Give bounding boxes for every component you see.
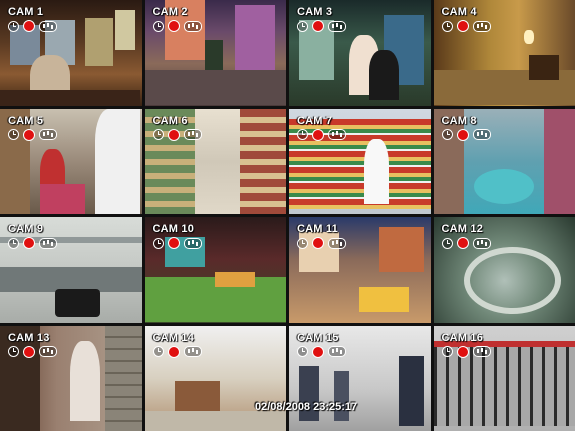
audio-icon <box>472 20 491 32</box>
clock-icon <box>8 20 19 32</box>
camera-label: CAM 10 <box>152 223 195 235</box>
camera-status-icons <box>152 345 202 358</box>
audio-icon <box>39 20 57 32</box>
camera-label: CAM 12 <box>441 223 484 235</box>
clock-icon <box>441 129 453 140</box>
audio-icon <box>328 20 346 32</box>
camera-tile-6[interactable]: CAM 6 <box>144 108 286 214</box>
camera-tile-10[interactable]: CAM 10 <box>144 217 286 323</box>
camera-label: CAM 4 <box>441 6 477 18</box>
camera-tile-3[interactable]: CAM 3 <box>289 0 431 106</box>
record-icon <box>167 128 180 141</box>
camera-tile-2[interactable]: CAM 2 <box>144 0 286 106</box>
clock-icon <box>297 237 308 249</box>
clock-icon <box>441 20 453 32</box>
camera-status-icons <box>152 128 202 141</box>
clock-icon <box>8 129 19 140</box>
camera-label: CAM 5 <box>8 114 44 127</box>
audio-icon <box>183 129 202 140</box>
camera-label: CAM 8 <box>441 114 477 127</box>
camera-tile-4[interactable]: CAM 4 <box>433 0 575 106</box>
clock-icon <box>8 237 19 249</box>
audio-icon <box>328 129 346 140</box>
camera-label: CAM 3 <box>297 6 333 18</box>
camera-tile-11[interactable]: CAM 11 <box>289 217 431 323</box>
camera-tile-7[interactable]: CAM 7 <box>289 108 431 214</box>
camera-tile-15[interactable]: CAM 15 <box>289 325 431 431</box>
clock-icon <box>441 237 453 249</box>
camera-tile-1[interactable]: CAM 1 <box>0 0 142 106</box>
record-icon <box>167 345 180 358</box>
camera-label: CAM 15 <box>297 331 339 344</box>
camera-grid: CAM 1 CAM 2 CAM 3 CAM 4 CAM 5 CAM 6 CAM … <box>0 0 575 431</box>
record-icon <box>167 237 180 249</box>
audio-icon <box>183 237 202 249</box>
record-icon <box>23 237 35 249</box>
record-icon <box>456 128 469 141</box>
record-icon <box>312 345 324 358</box>
clock-icon <box>297 129 308 140</box>
clock-icon <box>297 20 308 32</box>
camera-tile-14[interactable]: CAM 14 <box>144 325 286 431</box>
camera-tile-5[interactable]: CAM 5 <box>0 108 142 214</box>
camera-label: CAM 1 <box>8 6 44 18</box>
camera-status-icons <box>152 20 202 32</box>
audio-icon <box>39 237 57 249</box>
camera-status-icons <box>8 345 57 358</box>
camera-status-icons <box>297 237 346 249</box>
camera-tile-13[interactable]: CAM 13 <box>0 325 142 431</box>
camera-status-icons <box>8 128 57 141</box>
timestamp: 02/08/2008 23:25:17 <box>255 401 358 413</box>
camera-status-icons <box>297 345 346 358</box>
camera-status-icons <box>152 237 202 249</box>
camera-status-icons <box>297 20 346 32</box>
record-icon <box>23 128 35 141</box>
clock-icon <box>152 237 164 249</box>
audio-icon <box>39 129 57 140</box>
camera-tile-12[interactable]: CAM 12 <box>433 217 575 323</box>
audio-icon <box>472 237 491 249</box>
audio-icon <box>472 129 491 140</box>
camera-tile-16[interactable]: CAM 16 <box>433 325 575 431</box>
clock-icon <box>297 346 308 357</box>
camera-label: CAM 7 <box>297 114 333 127</box>
camera-label: CAM 6 <box>152 114 188 127</box>
audio-icon <box>39 346 57 357</box>
record-icon <box>23 345 35 358</box>
record-icon <box>456 345 469 358</box>
camera-status-icons <box>441 237 491 249</box>
record-icon <box>23 20 35 32</box>
camera-label: CAM 11 <box>297 223 338 235</box>
clock-icon <box>441 346 453 357</box>
clock-icon <box>152 346 164 357</box>
audio-icon <box>183 20 202 32</box>
clock-icon <box>8 346 19 357</box>
record-icon <box>456 20 469 32</box>
camera-label: CAM 16 <box>441 331 484 344</box>
camera-status-icons <box>441 345 491 358</box>
camera-label: CAM 2 <box>152 6 188 18</box>
camera-tile-9[interactable]: CAM 9 <box>0 217 142 323</box>
audio-icon <box>183 346 202 357</box>
audio-icon <box>328 237 346 249</box>
camera-tile-8[interactable]: CAM 8 <box>433 108 575 214</box>
audio-icon <box>472 346 491 357</box>
camera-status-icons <box>441 20 491 32</box>
camera-label: CAM 13 <box>8 331 50 344</box>
record-icon <box>312 237 324 249</box>
record-icon <box>167 20 180 32</box>
camera-label: CAM 9 <box>8 223 44 235</box>
camera-label: CAM 14 <box>152 331 195 344</box>
audio-icon <box>328 346 346 357</box>
camera-status-icons <box>8 237 57 249</box>
clock-icon <box>152 20 164 32</box>
camera-status-icons <box>297 128 346 141</box>
camera-status-icons <box>8 20 57 32</box>
clock-icon <box>152 129 164 140</box>
record-icon <box>456 237 469 249</box>
record-icon <box>312 128 324 141</box>
record-icon <box>312 20 324 32</box>
camera-status-icons <box>441 128 491 141</box>
